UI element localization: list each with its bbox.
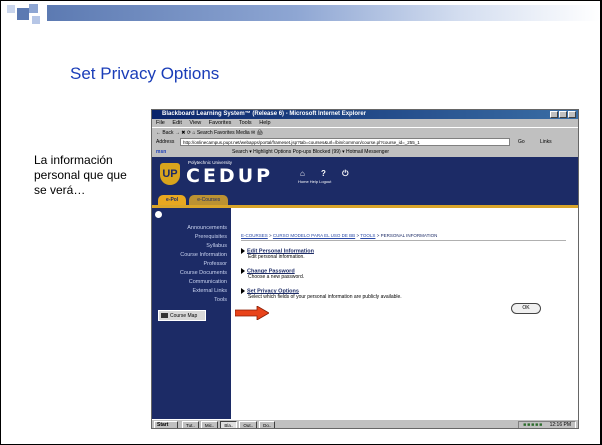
map-icon: [161, 313, 168, 318]
taskbar-item[interactable]: Out..: [239, 421, 258, 428]
breadcrumb-tools[interactable]: TOOLS: [360, 233, 375, 238]
close-button[interactable]: [568, 111, 576, 118]
slide-title: Set Privacy Options: [70, 64, 220, 83]
menu-toggle-icon[interactable]: [155, 211, 162, 218]
msn-logo: msn: [156, 149, 167, 155]
menu-view[interactable]: View: [189, 120, 201, 126]
tab-bar: e-Pol e-Courses: [158, 195, 229, 205]
slide: Set Privacy Options La información perso…: [0, 0, 602, 445]
breadcrumb-course[interactable]: CURSO MODELO PARA EL USO DE BB: [273, 233, 355, 238]
bullet-triangle-icon: [241, 248, 245, 254]
nav-item-course-information[interactable]: Course Information: [180, 251, 227, 260]
taskbar-items: Tut.. Mic.. Bla.. Out.. Do..: [182, 421, 276, 428]
course-map-label: Course Map: [170, 313, 198, 319]
deco-gradient-bar: [47, 5, 600, 21]
header-icons[interactable]: ⌂ ? ⏻: [300, 169, 356, 179]
nav-item-external-links[interactable]: External Links: [180, 287, 227, 296]
item-description: Choose a new password.: [248, 274, 305, 281]
deco-square: [32, 16, 40, 24]
deco-square: [17, 8, 29, 20]
breadcrumb-ecourses[interactable]: E-COURSES: [241, 233, 268, 238]
taskbar-item[interactable]: Do..: [259, 421, 276, 428]
msn-toolbar-items[interactable]: Search ▾ Highlight Options Pop-ups Block…: [232, 147, 389, 157]
pointer-arrow-icon: [235, 306, 269, 320]
browser-toolbar[interactable]: ← Back → ✖ ⟳ ⌂ Search Favorites Media ✉ …: [152, 127, 578, 137]
go-button[interactable]: Go: [518, 137, 525, 147]
window-titlebar: Blackboard Learning System™ (Release 6) …: [152, 110, 578, 119]
system-tray: ■■■■■ 12:16 PM: [518, 421, 576, 428]
header-links[interactable]: Home Help Logout: [298, 179, 331, 184]
address-label: Address: [156, 139, 175, 145]
list-item: Change Password Choose a new password.: [241, 268, 304, 280]
breadcrumb: E-COURSES > CURSO MODELO PARA EL USO DE …: [241, 233, 437, 238]
nav-item-professor[interactable]: Professor: [180, 260, 227, 269]
msn-toolbar: msn Search ▾ Highlight Options Pop-ups B…: [152, 147, 578, 157]
bullet-triangle-icon: [241, 268, 245, 274]
menu-favorites[interactable]: Favorites: [209, 120, 232, 126]
links-button[interactable]: Links: [540, 137, 552, 147]
menu-help[interactable]: Help: [259, 120, 270, 126]
taskbar-item[interactable]: Tut..: [182, 421, 199, 428]
deco-square: [7, 5, 15, 13]
nav-item-announcements[interactable]: Announcements: [180, 224, 227, 233]
item-description: Select which fields of your personal inf…: [248, 294, 402, 301]
taskbar-item[interactable]: Mic..: [200, 421, 219, 428]
address-bar: Address http://onlinecampus.pupr.net/web…: [152, 137, 578, 147]
course-menu-list: Announcements Prerequisites Syllabus Cou…: [180, 224, 227, 305]
start-label: Start: [157, 422, 169, 428]
list-item: Edit Personal Information Edit personal …: [241, 248, 314, 260]
divider: [241, 240, 566, 241]
tab-epol[interactable]: e-Pol: [158, 195, 187, 205]
site-header: UP Polytechnic University CEDUP ⌂ ? ⏻ Ho…: [152, 157, 578, 205]
start-button[interactable]: Start: [154, 421, 178, 428]
ok-button[interactable]: OK: [511, 303, 541, 314]
blackboard-page: UP Polytechnic University CEDUP ⌂ ? ⏻ Ho…: [152, 157, 578, 419]
university-logo-icon: UP: [160, 163, 180, 185]
clock: 12:16 PM: [549, 422, 571, 428]
slide-background: Set Privacy Options La información perso…: [1, 1, 600, 444]
window-title: Blackboard Learning System™ (Release 6) …: [162, 111, 367, 117]
address-input[interactable]: http://onlinecampus.pupr.net/webapps/por…: [180, 138, 510, 146]
nav-item-syllabus[interactable]: Syllabus: [180, 242, 227, 251]
tab-ecourses[interactable]: e-Courses: [189, 195, 229, 205]
brand-logo: CEDUP: [186, 165, 274, 187]
menu-edit[interactable]: Edit: [172, 120, 181, 126]
nav-item-prerequisites[interactable]: Prerequisites: [180, 233, 227, 242]
windows-taskbar: Start Tut.. Mic.. Bla.. Out.. Do.. ■■■■■…: [152, 419, 578, 428]
bullet-triangle-icon: [241, 288, 245, 294]
menu-tools[interactable]: Tools: [239, 120, 252, 126]
decorative-header: [1, 1, 600, 31]
slide-caption: La información personal que que se verá…: [34, 153, 127, 197]
course-menu: Announcements Prerequisites Syllabus Cou…: [152, 208, 231, 419]
list-item: Set Privacy Options Select which fields …: [241, 288, 402, 300]
main-content: E-COURSES > CURSO MODELO PARA EL USO DE …: [236, 208, 576, 419]
course-map-button[interactable]: Course Map: [158, 310, 206, 321]
tray-icons[interactable]: ■■■■■: [523, 422, 543, 428]
nav-item-communication[interactable]: Communication: [180, 278, 227, 287]
taskbar-item[interactable]: Bla..: [220, 421, 238, 428]
window-controls: [550, 111, 576, 118]
nav-item-course-documents[interactable]: Course Documents: [180, 269, 227, 278]
browser-screenshot: Blackboard Learning System™ (Release 6) …: [151, 109, 579, 429]
minimize-button[interactable]: [550, 111, 558, 118]
item-description: Edit personal information.: [248, 254, 305, 261]
menu-file[interactable]: File: [156, 120, 165, 126]
deco-square: [29, 4, 38, 13]
breadcrumb-current: PERSONAL INFORMATION: [380, 233, 438, 238]
maximize-button[interactable]: [559, 111, 567, 118]
nav-item-tools[interactable]: Tools: [180, 296, 227, 305]
menu-bar: File Edit View Favorites Tools Help: [152, 119, 578, 127]
